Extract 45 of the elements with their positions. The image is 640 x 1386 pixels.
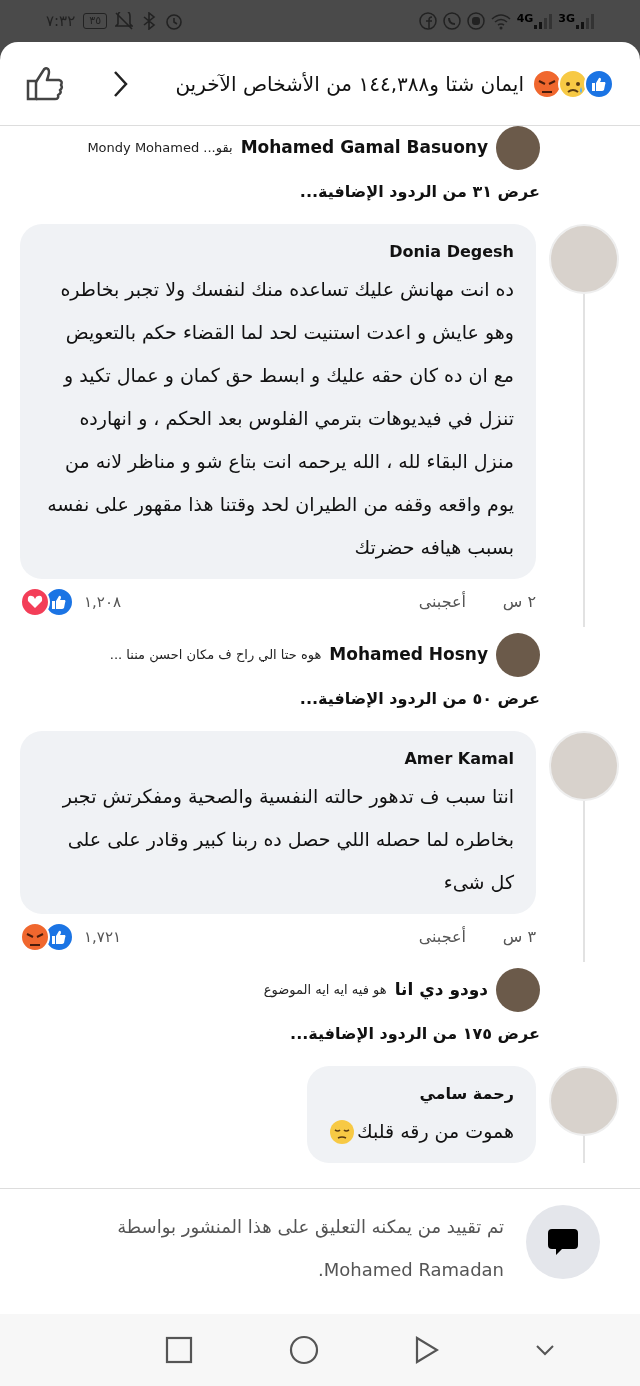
avatar-photo xyxy=(496,633,540,677)
network-type-label: 3G xyxy=(558,13,575,25)
like-comment-link[interactable]: أعجبنى xyxy=(418,590,466,614)
avatar-photo xyxy=(496,126,540,170)
reactions-summary-title[interactable]: ايمان شتا و١٤٤,٣٨٨ من الأشخاص الآخرين xyxy=(175,68,524,99)
chevron-down-icon[interactable] xyxy=(535,1344,555,1356)
wifi-icon xyxy=(490,12,511,30)
recent-apps-square-icon[interactable] xyxy=(165,1336,193,1364)
alarm-clock-icon xyxy=(165,12,184,30)
reaction-count: ١,٢٠٨ xyxy=(84,591,121,613)
like-comment-link[interactable]: أعجبنى xyxy=(418,925,466,949)
like-button[interactable] xyxy=(26,64,64,103)
comment-author[interactable]: Donia Degesh xyxy=(42,240,514,264)
home-circle-icon[interactable] xyxy=(289,1335,319,1365)
reply-author[interactable]: Mohamed Hosny xyxy=(329,642,488,668)
forward-button[interactable] xyxy=(112,69,129,98)
app-icon xyxy=(466,12,485,30)
muted-bell-icon xyxy=(115,12,134,30)
comment-text: انتا سبب ف تدهور حالته النفسية والصحية ومفكرتش تجبر بخاطره لما حصله اللي حصل ده ربنا كبير وقادر على على كل شىء xyxy=(61,784,514,895)
avatar-photo xyxy=(496,968,540,1012)
comment-time: ٢ س xyxy=(501,591,536,613)
thumbs-up-icon xyxy=(26,64,64,103)
restriction-notice: تم تقييد من يمكنه التعليق على هذا المنشور بواسطة Mohamed Ramadan. xyxy=(116,1215,504,1282)
signal-bars-icon xyxy=(534,13,553,29)
reply-snippet: هوه حتا الي راح ف مكان احسن مننا ... xyxy=(109,646,322,665)
phone-chat-icon xyxy=(442,12,461,30)
view-more-replies-link[interactable]: عرض ٣١ من الردود الإضافية... xyxy=(299,180,540,204)
comment-text: هموت من رقه قلبك xyxy=(356,1119,514,1145)
comment-text: ده انت مهانش عليك تساعده منك لنفسك ولا تجبر بخاطره وهو عايش و اعدت استنيت لحد لما القضاء حكم بالتعويض مع ان ده كان حقه عليك و ابسط حق كمان و عمال تكيد و تنزل في فيديوهات بترمي الفلوس بعد الحكم ، و انهارده منزل البقاء لله ، الله يرحمه انت بتاع شو و مناظر لانه من يوم واقعه وقفه من الطيران لحد وقتنا هذا مقهور على نفسه بسبب هيافه حضرتك xyxy=(46,277,514,561)
signal-bars-icon xyxy=(576,13,594,29)
comment-author[interactable]: رحمة سامي xyxy=(328,1082,514,1106)
bluetooth-icon xyxy=(141,12,158,30)
speech-bubble-icon xyxy=(546,1227,580,1257)
reply-author[interactable]: Mohamed Gamal Basuony xyxy=(240,135,488,161)
reaction-count: ١,٧٢١ xyxy=(84,926,121,948)
network-type-label: 4G xyxy=(516,13,534,25)
comment-author[interactable]: Amer Kamal xyxy=(42,747,514,771)
comment-time: ٣ س xyxy=(501,926,536,948)
chevron-right-icon xyxy=(112,69,129,98)
view-more-replies-link[interactable]: عرض ٥٠ من الردود الإضافية... xyxy=(299,687,540,711)
reply-author[interactable]: دودو دي انا xyxy=(394,977,488,1003)
reply-snippet: بقو... Mondy Mohamed xyxy=(87,139,233,158)
back-triangle-icon[interactable] xyxy=(415,1336,439,1364)
reply-snippet: هو فيه ايه ايه الموضوع xyxy=(263,981,387,1000)
view-more-replies-link[interactable]: عرض ١٧٥ من الردود الإضافية... xyxy=(290,1022,540,1046)
